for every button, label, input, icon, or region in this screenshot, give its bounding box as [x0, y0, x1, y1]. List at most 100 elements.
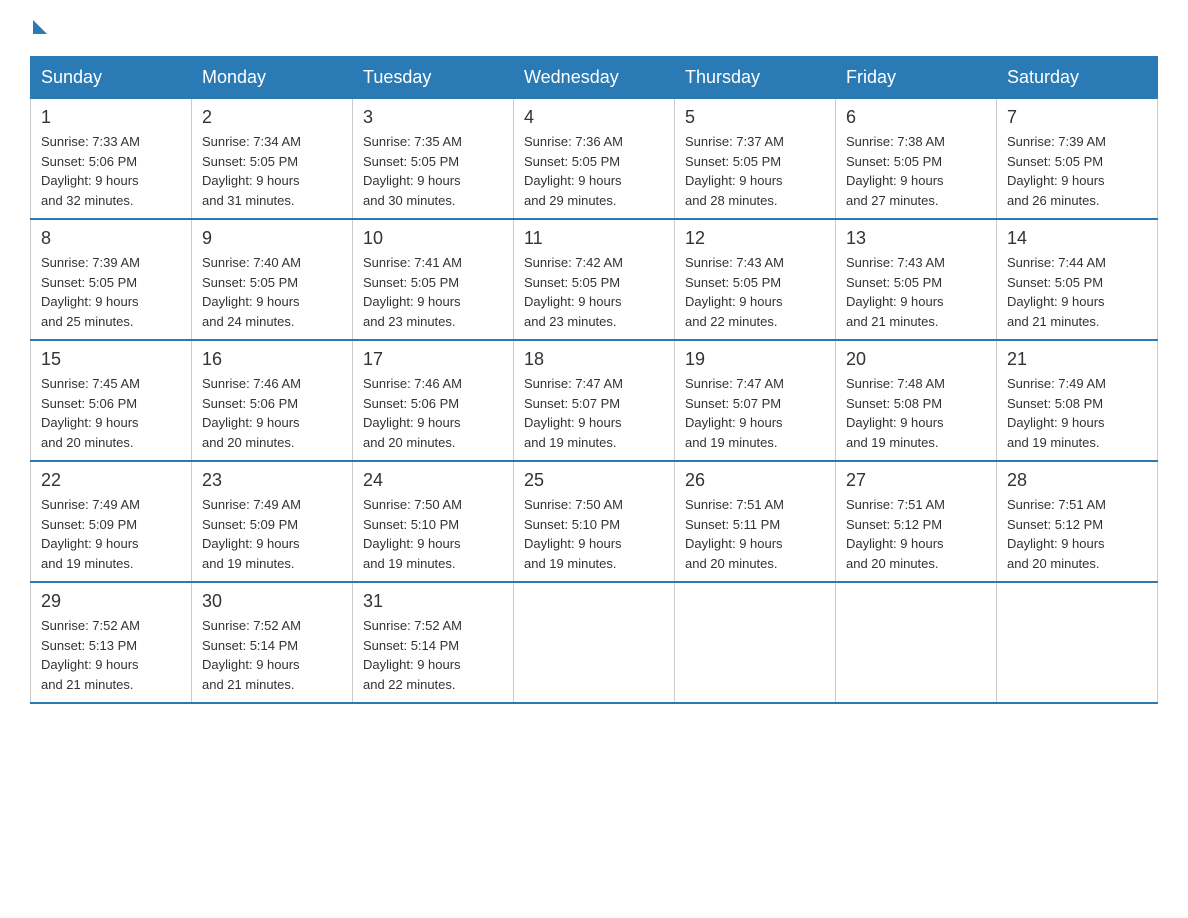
- day-number: 21: [1007, 349, 1147, 370]
- calendar-cell: 5 Sunrise: 7:37 AMSunset: 5:05 PMDaylight…: [675, 99, 836, 220]
- day-number: 25: [524, 470, 664, 491]
- calendar-cell: 13 Sunrise: 7:43 AMSunset: 5:05 PMDayligh…: [836, 219, 997, 340]
- day-info: Sunrise: 7:51 AMSunset: 5:12 PMDaylight:…: [846, 495, 986, 573]
- day-number: 3: [363, 107, 503, 128]
- calendar-cell: 27 Sunrise: 7:51 AMSunset: 5:12 PMDayligh…: [836, 461, 997, 582]
- day-info: Sunrise: 7:50 AMSunset: 5:10 PMDaylight:…: [363, 495, 503, 573]
- day-info: Sunrise: 7:35 AMSunset: 5:05 PMDaylight:…: [363, 132, 503, 210]
- calendar-cell: [836, 582, 997, 703]
- day-info: Sunrise: 7:44 AMSunset: 5:05 PMDaylight:…: [1007, 253, 1147, 331]
- calendar-cell: 30 Sunrise: 7:52 AMSunset: 5:14 PMDayligh…: [192, 582, 353, 703]
- calendar-cell: 18 Sunrise: 7:47 AMSunset: 5:07 PMDayligh…: [514, 340, 675, 461]
- calendar-cell: 31 Sunrise: 7:52 AMSunset: 5:14 PMDayligh…: [353, 582, 514, 703]
- calendar-cell: 29 Sunrise: 7:52 AMSunset: 5:13 PMDayligh…: [31, 582, 192, 703]
- day-number: 15: [41, 349, 181, 370]
- day-number: 31: [363, 591, 503, 612]
- day-info: Sunrise: 7:49 AMSunset: 5:08 PMDaylight:…: [1007, 374, 1147, 452]
- weekday-header-monday: Monday: [192, 57, 353, 99]
- day-number: 13: [846, 228, 986, 249]
- calendar-week-row: 1Sunrise: 7:33 AMSunset: 5:06 PMDaylight…: [31, 99, 1158, 220]
- day-info: Sunrise: 7:39 AMSunset: 5:05 PMDaylight:…: [41, 253, 181, 331]
- day-info: Sunrise: 7:37 AMSunset: 5:05 PMDaylight:…: [685, 132, 825, 210]
- day-info: Sunrise: 7:47 AMSunset: 5:07 PMDaylight:…: [524, 374, 664, 452]
- day-info: Sunrise: 7:52 AMSunset: 5:14 PMDaylight:…: [363, 616, 503, 694]
- day-number: 10: [363, 228, 503, 249]
- calendar-cell: 17Sunrise: 7:46 AMSunset: 5:06 PMDayligh…: [353, 340, 514, 461]
- weekday-header-friday: Friday: [836, 57, 997, 99]
- day-number: 7: [1007, 107, 1147, 128]
- day-number: 28: [1007, 470, 1147, 491]
- day-info: Sunrise: 7:38 AMSunset: 5:05 PMDaylight:…: [846, 132, 986, 210]
- day-number: 24: [363, 470, 503, 491]
- calendar-cell: 2Sunrise: 7:34 AMSunset: 5:05 PMDaylight…: [192, 99, 353, 220]
- day-number: 9: [202, 228, 342, 249]
- calendar-cell: 8 Sunrise: 7:39 AMSunset: 5:05 PMDaylight…: [31, 219, 192, 340]
- calendar-cell: 6 Sunrise: 7:38 AMSunset: 5:05 PMDaylight…: [836, 99, 997, 220]
- calendar-cell: 15 Sunrise: 7:45 AMSunset: 5:06 PMDayligh…: [31, 340, 192, 461]
- calendar-cell: [514, 582, 675, 703]
- day-number: 8: [41, 228, 181, 249]
- logo-triangle-icon: [33, 20, 47, 34]
- calendar-cell: 3 Sunrise: 7:35 AMSunset: 5:05 PMDaylight…: [353, 99, 514, 220]
- calendar-cell: 14 Sunrise: 7:44 AMSunset: 5:05 PMDayligh…: [997, 219, 1158, 340]
- day-number: 29: [41, 591, 181, 612]
- calendar-cell: 28 Sunrise: 7:51 AMSunset: 5:12 PMDayligh…: [997, 461, 1158, 582]
- calendar-cell: 12 Sunrise: 7:43 AMSunset: 5:05 PMDayligh…: [675, 219, 836, 340]
- calendar-cell: 20Sunrise: 7:48 AMSunset: 5:08 PMDayligh…: [836, 340, 997, 461]
- day-info: Sunrise: 7:52 AMSunset: 5:14 PMDaylight:…: [202, 616, 342, 694]
- logo-blue-text: [30, 20, 47, 36]
- calendar-cell: [997, 582, 1158, 703]
- day-number: 12: [685, 228, 825, 249]
- day-number: 6: [846, 107, 986, 128]
- day-number: 20: [846, 349, 986, 370]
- day-info: Sunrise: 7:51 AMSunset: 5:12 PMDaylight:…: [1007, 495, 1147, 573]
- day-number: 18: [524, 349, 664, 370]
- day-number: 2: [202, 107, 342, 128]
- calendar-cell: 7 Sunrise: 7:39 AMSunset: 5:05 PMDaylight…: [997, 99, 1158, 220]
- calendar-week-row: 22 Sunrise: 7:49 AMSunset: 5:09 PMDayligh…: [31, 461, 1158, 582]
- day-number: 23: [202, 470, 342, 491]
- day-info: Sunrise: 7:49 AMSunset: 5:09 PMDaylight:…: [202, 495, 342, 573]
- weekday-header-tuesday: Tuesday: [353, 57, 514, 99]
- calendar-cell: 10 Sunrise: 7:41 AMSunset: 5:05 PMDayligh…: [353, 219, 514, 340]
- calendar-cell: 26Sunrise: 7:51 AMSunset: 5:11 PMDayligh…: [675, 461, 836, 582]
- calendar-cell: 21 Sunrise: 7:49 AMSunset: 5:08 PMDayligh…: [997, 340, 1158, 461]
- day-number: 17: [363, 349, 503, 370]
- day-info: Sunrise: 7:52 AMSunset: 5:13 PMDaylight:…: [41, 616, 181, 694]
- day-number: 5: [685, 107, 825, 128]
- day-info: Sunrise: 7:36 AMSunset: 5:05 PMDaylight:…: [524, 132, 664, 210]
- calendar-table: SundayMondayTuesdayWednesdayThursdayFrid…: [30, 56, 1158, 704]
- day-info: Sunrise: 7:39 AMSunset: 5:05 PMDaylight:…: [1007, 132, 1147, 210]
- calendar-body: 1Sunrise: 7:33 AMSunset: 5:06 PMDaylight…: [31, 99, 1158, 704]
- day-number: 4: [524, 107, 664, 128]
- calendar-cell: [675, 582, 836, 703]
- calendar-cell: 19 Sunrise: 7:47 AMSunset: 5:07 PMDayligh…: [675, 340, 836, 461]
- day-number: 14: [1007, 228, 1147, 249]
- day-number: 30: [202, 591, 342, 612]
- day-number: 19: [685, 349, 825, 370]
- day-number: 22: [41, 470, 181, 491]
- day-info: Sunrise: 7:50 AMSunset: 5:10 PMDaylight:…: [524, 495, 664, 573]
- calendar-cell: 11Sunrise: 7:42 AMSunset: 5:05 PMDayligh…: [514, 219, 675, 340]
- day-info: Sunrise: 7:43 AMSunset: 5:05 PMDaylight:…: [685, 253, 825, 331]
- day-number: 11: [524, 228, 664, 249]
- calendar-week-row: 15 Sunrise: 7:45 AMSunset: 5:06 PMDayligh…: [31, 340, 1158, 461]
- day-info: Sunrise: 7:40 AMSunset: 5:05 PMDaylight:…: [202, 253, 342, 331]
- calendar-week-row: 8 Sunrise: 7:39 AMSunset: 5:05 PMDaylight…: [31, 219, 1158, 340]
- day-info: Sunrise: 7:43 AMSunset: 5:05 PMDaylight:…: [846, 253, 986, 331]
- page-header: [30, 20, 1158, 36]
- day-info: Sunrise: 7:49 AMSunset: 5:09 PMDaylight:…: [41, 495, 181, 573]
- day-info: Sunrise: 7:41 AMSunset: 5:05 PMDaylight:…: [363, 253, 503, 331]
- day-info: Sunrise: 7:51 AMSunset: 5:11 PMDaylight:…: [685, 495, 825, 573]
- calendar-week-row: 29 Sunrise: 7:52 AMSunset: 5:13 PMDayligh…: [31, 582, 1158, 703]
- calendar-header: SundayMondayTuesdayWednesdayThursdayFrid…: [31, 57, 1158, 99]
- day-number: 27: [846, 470, 986, 491]
- calendar-cell: 22 Sunrise: 7:49 AMSunset: 5:09 PMDayligh…: [31, 461, 192, 582]
- calendar-cell: 4 Sunrise: 7:36 AMSunset: 5:05 PMDaylight…: [514, 99, 675, 220]
- day-info: Sunrise: 7:47 AMSunset: 5:07 PMDaylight:…: [685, 374, 825, 452]
- day-info: Sunrise: 7:33 AMSunset: 5:06 PMDaylight:…: [41, 132, 181, 210]
- day-info: Sunrise: 7:45 AMSunset: 5:06 PMDaylight:…: [41, 374, 181, 452]
- day-info: Sunrise: 7:46 AMSunset: 5:06 PMDaylight:…: [202, 374, 342, 452]
- calendar-cell: 16Sunrise: 7:46 AMSunset: 5:06 PMDayligh…: [192, 340, 353, 461]
- weekday-header-sunday: Sunday: [31, 57, 192, 99]
